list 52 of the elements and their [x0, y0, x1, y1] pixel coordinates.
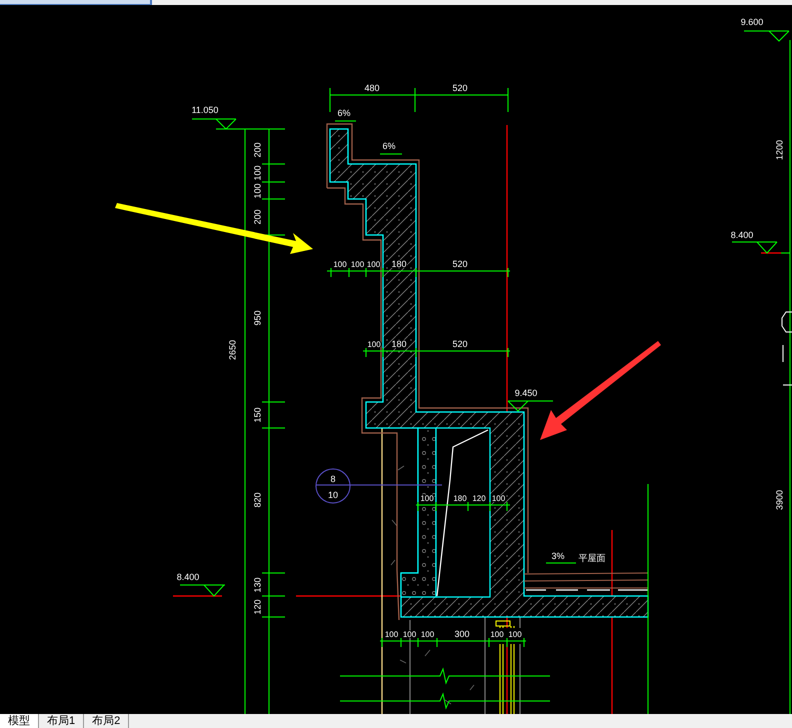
dimension-text: 100	[366, 260, 380, 269]
dimension-text: 300	[454, 629, 470, 639]
elevation-text: 9.600	[740, 17, 764, 27]
elevation-symbol	[192, 118, 236, 130]
dimension-text: 3900	[774, 490, 784, 510]
dimension-text: 2650	[227, 340, 238, 360]
dimension-text: 120	[472, 494, 486, 503]
dimension-text: 520	[452, 83, 468, 93]
layout-tab[interactable]: 模型	[0, 714, 39, 728]
dimension-text: 820	[252, 492, 262, 508]
dimension-text: 100	[384, 630, 398, 639]
elevation-symbol	[180, 584, 226, 597]
dimension-text: 200	[252, 142, 262, 158]
extension-line	[216, 128, 286, 130]
dimension-text: 180	[391, 259, 407, 269]
layout-tab[interactable]: 布局1	[39, 714, 84, 728]
dimension-text: 100	[367, 340, 381, 349]
dimension-text: 520	[452, 339, 468, 349]
dimension-text: 1200	[774, 140, 784, 160]
dimension-text: 200	[252, 209, 262, 225]
elevation-text: 8.400	[730, 230, 754, 240]
dimension-text: 6%	[338, 108, 350, 118]
elevation-text: 9.450	[514, 388, 538, 398]
dimension-text: 100	[420, 630, 434, 639]
dimension-text: 100	[490, 630, 504, 639]
dimension-text: 480	[364, 83, 380, 93]
dimension-text: 150	[252, 407, 262, 423]
dimension-text: 180	[453, 494, 467, 503]
dimension-text: 100	[492, 494, 506, 503]
dimension-text: 6%	[382, 141, 396, 151]
dimension-text: 950	[252, 310, 262, 326]
roof-label: 平屋面	[578, 553, 606, 563]
dimension-text: 100	[252, 183, 262, 199]
dimension-text: 180	[391, 339, 407, 349]
dimension-text: 100	[333, 260, 347, 269]
dimension-text: 120	[252, 599, 262, 615]
elevation-symbol	[508, 400, 554, 412]
section-mark-sheet: 10	[328, 490, 338, 500]
dimension-text: 130	[252, 577, 262, 593]
dimension-text: 100	[402, 630, 416, 639]
dimension-text: 100	[350, 260, 364, 269]
elevation-symbol	[744, 30, 790, 42]
dimension-text: 100	[420, 494, 434, 503]
elevation-symbol	[732, 242, 778, 254]
section-mark-number: 8	[330, 474, 336, 484]
layout-tab[interactable]: 布局2	[84, 714, 130, 728]
dimension-text: 520	[452, 259, 468, 269]
elevation-text: 8.400	[176, 572, 200, 582]
elevation-text: 11.050	[192, 105, 218, 115]
dimension-text: 100	[252, 165, 262, 181]
dimension-text: 3%	[552, 551, 564, 561]
dimension-text: 100	[508, 630, 522, 639]
